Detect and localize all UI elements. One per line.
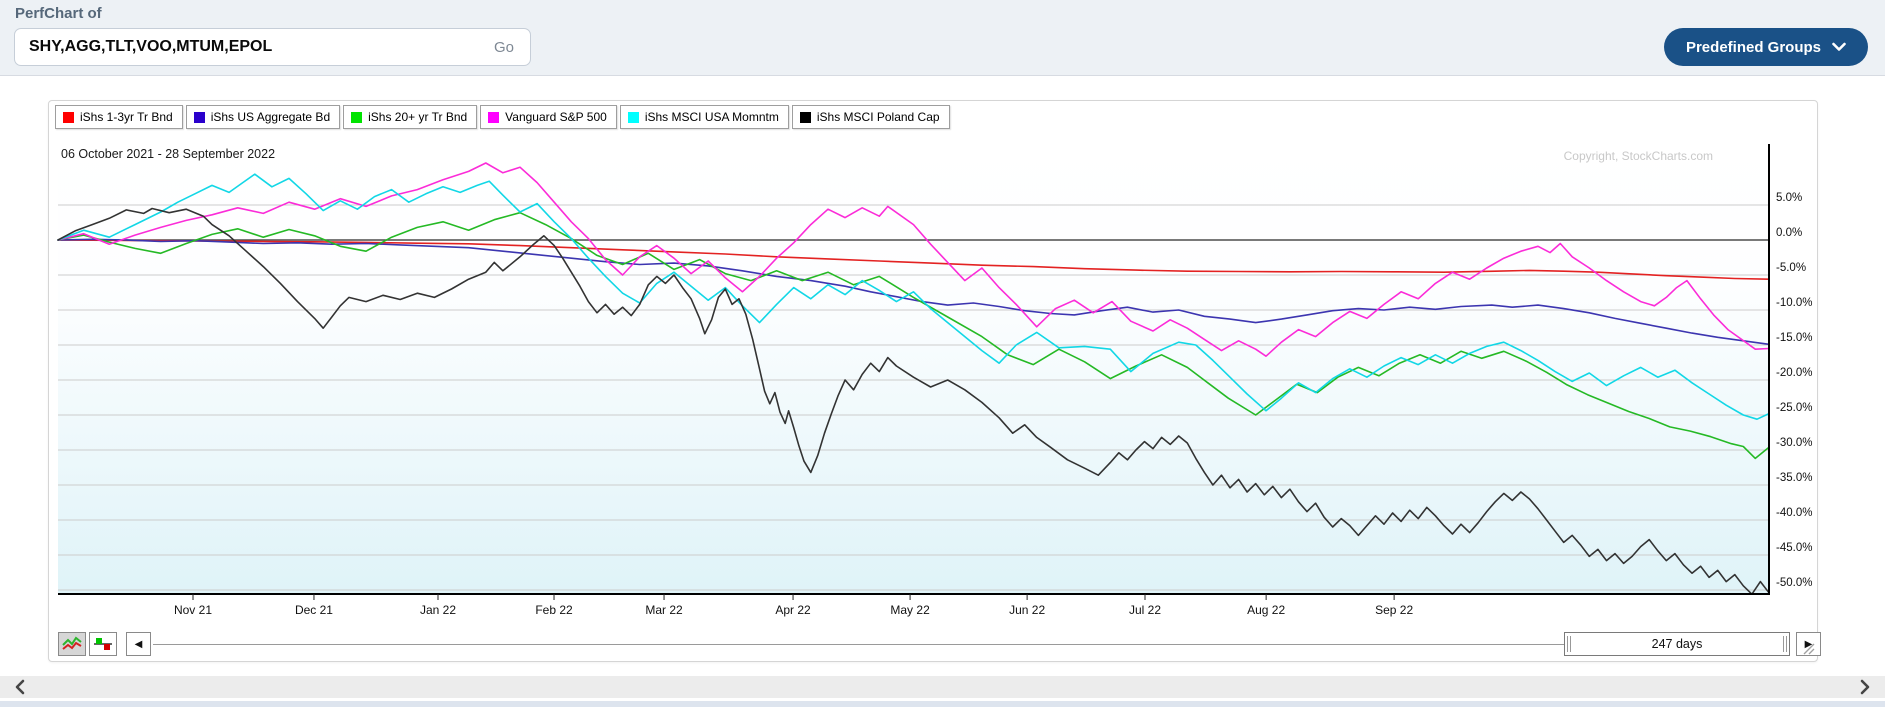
- legend-label: iShs MSCI Poland Cap: [817, 110, 940, 124]
- legend-label: iShs 1-3yr Tr Bnd: [80, 110, 173, 124]
- legend-swatch: [628, 112, 639, 123]
- page-title: PerfChart of: [15, 5, 102, 22]
- header-bar: PerfChart of Go Predefined Groups: [0, 0, 1885, 76]
- handle-grip-right: [1783, 636, 1787, 652]
- x-axis-tick-label: Nov 21: [174, 603, 212, 617]
- plot-background: [58, 144, 1769, 594]
- y-axis-tick-label: -20.0%: [1776, 367, 1812, 379]
- x-axis-tick-label: Dec 21: [295, 603, 333, 617]
- y-axis-tick-label: 0.0%: [1776, 227, 1802, 239]
- y-axis-tick-label: -45.0%: [1776, 542, 1812, 554]
- slider-row: ◀ 247 days ▶: [49, 630, 1819, 658]
- y-axis-tick-label: -50.0%: [1776, 577, 1812, 589]
- symbol-input-wrap: Go: [14, 28, 531, 66]
- slider-left-button[interactable]: ◀: [126, 632, 151, 656]
- x-axis-tick-label: Feb 22: [535, 603, 573, 617]
- legend-swatch: [63, 112, 74, 123]
- go-button[interactable]: Go: [492, 39, 516, 56]
- legend-swatch: [194, 112, 205, 123]
- page-bottom-band: [0, 701, 1885, 707]
- legend-item-tlt[interactable]: iShs 20+ yr Tr Bnd: [343, 105, 477, 129]
- legend-item-voo[interactable]: Vanguard S&P 500: [480, 105, 617, 129]
- legend-label: Vanguard S&P 500: [505, 110, 607, 124]
- y-axis-tick-label: -35.0%: [1776, 472, 1812, 484]
- slider-window-handle[interactable]: 247 days: [1564, 632, 1790, 656]
- slider-track[interactable]: [153, 644, 1564, 645]
- x-axis-tick-label: Jul 22: [1129, 603, 1161, 617]
- x-axis-tick-label: May 22: [890, 603, 930, 617]
- histogram-icon: [92, 636, 114, 652]
- resize-grip-icon[interactable]: [1802, 642, 1815, 660]
- legend-item-agg[interactable]: iShs US Aggregate Bd: [186, 105, 340, 129]
- slider-window-label: 247 days: [1573, 637, 1781, 651]
- x-axis-tick-label: Apr 22: [775, 603, 811, 617]
- legend-label: iShs 20+ yr Tr Bnd: [368, 110, 467, 124]
- legend-label: iShs US Aggregate Bd: [211, 110, 330, 124]
- x-axis-tick-label: Jan 22: [420, 603, 456, 617]
- legend-swatch: [488, 112, 499, 123]
- x-axis-tick-label: Aug 22: [1247, 603, 1285, 617]
- perf-chart-svg: 5.0% 0.0% -5.0% -10.0% -15.0% -20.0% -25.0% -30…: [49, 101, 1819, 627]
- x-axis-tick-label: Sep 22: [1375, 603, 1413, 617]
- scroll-left-button[interactable]: [14, 679, 26, 695]
- legend-label: iShs MSCI USA Momntm: [645, 110, 779, 124]
- legend-item-shy[interactable]: iShs 1-3yr Tr Bnd: [55, 105, 183, 129]
- legend-swatch: [351, 112, 362, 123]
- x-axis-tick-label: Jun 22: [1009, 603, 1045, 617]
- scroll-right-button[interactable]: [1859, 679, 1871, 695]
- predefined-groups-button[interactable]: Predefined Groups: [1664, 28, 1868, 66]
- legend-item-epol[interactable]: iShs MSCI Poland Cap: [792, 105, 950, 129]
- y-axis-tick-label: 5.0%: [1776, 192, 1802, 204]
- handle-grip-left: [1567, 636, 1571, 652]
- y-axis-tick-label: -30.0%: [1776, 437, 1812, 449]
- symbols-input[interactable]: [29, 38, 492, 56]
- left-triangle-icon: ◀: [135, 639, 143, 650]
- copyright-label: Copyright, StockCharts.com: [1564, 149, 1713, 163]
- line-mode-button[interactable]: [58, 632, 86, 656]
- y-axis-tick-label: -10.0%: [1776, 297, 1812, 309]
- chevron-down-icon: [1832, 42, 1846, 52]
- legend-item-mtum[interactable]: iShs MSCI USA Momntm: [620, 105, 789, 129]
- y-axis-tick-label: -40.0%: [1776, 507, 1812, 519]
- y-axis-tick-label: -25.0%: [1776, 402, 1812, 414]
- line-chart-icon: [61, 636, 83, 652]
- date-range-label: 06 October 2021 - 28 September 2022: [61, 147, 275, 161]
- y-axis-tick-label: -15.0%: [1776, 332, 1812, 344]
- perfchart-panel: iShs 1-3yr Tr Bnd iShs US Aggregate Bd iSh…: [48, 100, 1818, 662]
- legend-row: iShs 1-3yr Tr Bnd iShs US Aggregate Bd iSh…: [55, 105, 950, 129]
- x-axis-tick-label: Mar 22: [645, 603, 683, 617]
- legend-swatch: [800, 112, 811, 123]
- horizontal-scrollbar[interactable]: [0, 676, 1885, 698]
- histogram-mode-button[interactable]: [89, 632, 117, 656]
- y-axis-tick-label: -5.0%: [1776, 262, 1806, 274]
- predefined-groups-label: Predefined Groups: [1686, 39, 1821, 56]
